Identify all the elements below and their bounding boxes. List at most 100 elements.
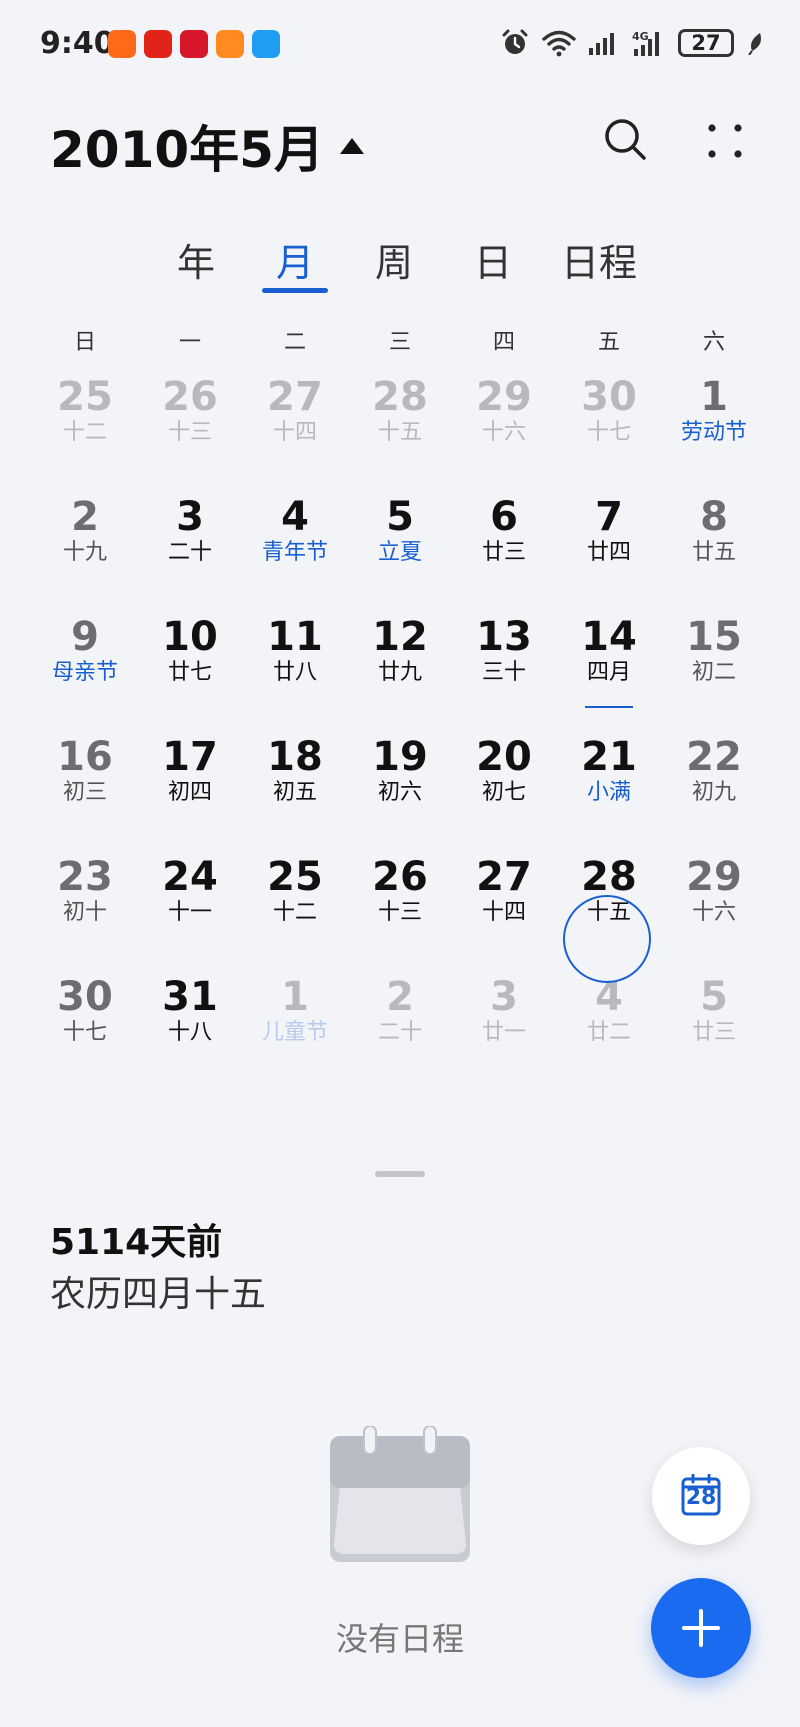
holiday-label: 劳动节 bbox=[680, 420, 747, 445]
battery-level: 27 bbox=[691, 31, 721, 55]
calendar-day[interactable]: 27 十四 bbox=[452, 855, 556, 965]
lunar-day-label: 廿七 bbox=[167, 660, 212, 685]
calendar-day[interactable]: 13 三十 bbox=[452, 615, 556, 725]
tab-month[interactable]: 月 bbox=[276, 232, 314, 287]
calendar-day[interactable]: 22 初九 bbox=[662, 735, 766, 845]
calendar-day[interactable]: 10 廿七 bbox=[138, 615, 242, 725]
calendar-day[interactable]: 2 十九 bbox=[33, 495, 137, 605]
calendar-day[interactable]: 24 十一 bbox=[138, 855, 242, 965]
calendar-day[interactable]: 5 立夏 bbox=[348, 495, 452, 605]
day-number: 16 bbox=[57, 734, 113, 780]
day-number: 7 bbox=[595, 494, 623, 540]
calendar-day[interactable]: 7 廿四 bbox=[557, 495, 661, 605]
status-bar: 9:40 4G 27 bbox=[0, 0, 800, 92]
day-number: 13 bbox=[476, 614, 532, 660]
calendar-day[interactable]: 25 十二 bbox=[243, 855, 347, 965]
calendar-day[interactable]: 19 初六 bbox=[348, 735, 452, 845]
calendar-day[interactable]: 5 廿三 bbox=[662, 975, 766, 1085]
day-number: 3 bbox=[490, 974, 518, 1020]
lunar-day-label: 廿二 bbox=[586, 1020, 631, 1045]
search-icon[interactable] bbox=[600, 114, 650, 164]
status-indicators: 4G 27 bbox=[500, 28, 764, 58]
4g-signal-icon: 4G bbox=[632, 30, 659, 56]
view-tabs: 年 月 周 日 日程 bbox=[0, 232, 800, 302]
calendar-day[interactable]: 16 初三 bbox=[33, 735, 137, 845]
calendar-day[interactable]: 20 初七 bbox=[452, 735, 556, 845]
day-number: 1 bbox=[700, 374, 728, 420]
calendar-day[interactable]: 30 十七 bbox=[33, 975, 137, 1085]
today-underline bbox=[585, 706, 633, 708]
day-number: 28 bbox=[372, 374, 428, 420]
tab-week[interactable]: 周 bbox=[375, 232, 413, 287]
day-number: 30 bbox=[581, 374, 637, 420]
lunar-day-label: 四月 bbox=[586, 660, 631, 685]
drag-handle[interactable] bbox=[375, 1171, 425, 1177]
lunar-day-label: 初六 bbox=[377, 780, 422, 805]
calendar-day[interactable]: 31 十八 bbox=[138, 975, 242, 1085]
day-number: 8 bbox=[700, 494, 728, 540]
calendar-day[interactable]: 23 初十 bbox=[33, 855, 137, 965]
lunar-day-label: 初三 bbox=[62, 780, 107, 805]
calendar-day[interactable]: 26 十三 bbox=[138, 375, 242, 485]
weekday-fri: 五 bbox=[597, 330, 620, 355]
day-number: 27 bbox=[476, 854, 532, 900]
holiday-label: 小满 bbox=[586, 780, 631, 805]
day-number: 2 bbox=[386, 974, 414, 1020]
day-number: 29 bbox=[476, 374, 532, 420]
lunar-day-label: 廿四 bbox=[586, 540, 631, 565]
calendar-day-today[interactable]: 14 四月 bbox=[557, 615, 661, 725]
caret-up-icon bbox=[339, 138, 364, 154]
calendar-day[interactable]: 27 十四 bbox=[243, 375, 347, 485]
calendar-day[interactable]: 25 十二 bbox=[33, 375, 137, 485]
calendar-day[interactable]: 12 廿九 bbox=[348, 615, 452, 725]
add-event-button[interactable] bbox=[651, 1578, 751, 1678]
holiday-label: 儿童节 bbox=[261, 1020, 328, 1045]
lunar-day-label: 廿九 bbox=[377, 660, 422, 685]
tab-year[interactable]: 年 bbox=[177, 232, 215, 287]
calendar-day[interactable]: 3 廿一 bbox=[452, 975, 556, 1085]
month-selector[interactable]: 2010年5月 bbox=[50, 110, 364, 182]
calendar-day[interactable]: 17 初四 bbox=[138, 735, 242, 845]
calendar-day[interactable]: 30 十七 bbox=[557, 375, 661, 485]
day-number: 6 bbox=[490, 494, 518, 540]
calendar-day[interactable]: 11 廿八 bbox=[243, 615, 347, 725]
alarm-icon bbox=[502, 29, 528, 54]
lunar-day-label: 十八 bbox=[167, 1020, 212, 1045]
calendar-day[interactable]: 28 十五 bbox=[348, 375, 452, 485]
calendar-day[interactable]: 1 儿童节 bbox=[243, 975, 347, 1085]
more-options-icon[interactable] bbox=[700, 116, 750, 166]
lunar-day-label: 廿八 bbox=[272, 660, 317, 685]
day-number: 10 bbox=[162, 614, 218, 660]
lunar-day-label: 廿三 bbox=[481, 540, 526, 565]
calendar-day[interactable]: 1 劳动节 bbox=[662, 375, 766, 485]
calendar-day[interactable]: 9 母亲节 bbox=[33, 615, 137, 725]
day-number: 19 bbox=[372, 734, 428, 780]
empty-calendar-icon bbox=[330, 1426, 470, 1562]
calendar-day[interactable]: 15 初二 bbox=[662, 615, 766, 725]
tab-schedule[interactable]: 日程 bbox=[561, 232, 637, 287]
calendar-day[interactable]: 4 青年节 bbox=[243, 495, 347, 605]
calendar-day[interactable]: 3 二十 bbox=[138, 495, 242, 605]
day-number: 26 bbox=[372, 854, 428, 900]
calendar-day[interactable]: 6 廿三 bbox=[452, 495, 556, 605]
calendar-day[interactable]: 18 初五 bbox=[243, 735, 347, 845]
calendar-day[interactable]: 2 二十 bbox=[348, 975, 452, 1085]
fox-app-icon bbox=[216, 30, 244, 58]
cellular-signal-icon bbox=[589, 33, 614, 55]
calendar-day[interactable]: 29 十六 bbox=[662, 855, 766, 965]
lunar-day-label: 二十 bbox=[377, 1020, 422, 1045]
lunar-day-label: 初五 bbox=[272, 780, 317, 805]
jump-to-today-button[interactable]: 28 bbox=[652, 1447, 750, 1545]
calendar-day[interactable]: 8 廿五 bbox=[662, 495, 766, 605]
lunar-day-label: 初四 bbox=[167, 780, 212, 805]
lunar-day-label: 十六 bbox=[481, 420, 526, 445]
day-number: 25 bbox=[57, 374, 113, 420]
day-number: 15 bbox=[686, 614, 742, 660]
lunar-day-label: 初七 bbox=[481, 780, 526, 805]
calendar-day[interactable]: 4 廿二 bbox=[557, 975, 661, 1085]
calendar-day[interactable]: 26 十三 bbox=[348, 855, 452, 965]
calendar-day[interactable]: 29 十六 bbox=[452, 375, 556, 485]
day-number: 2 bbox=[71, 494, 99, 540]
calendar-day[interactable]: 21 小满 bbox=[557, 735, 661, 845]
tab-day[interactable]: 日 bbox=[474, 232, 512, 287]
